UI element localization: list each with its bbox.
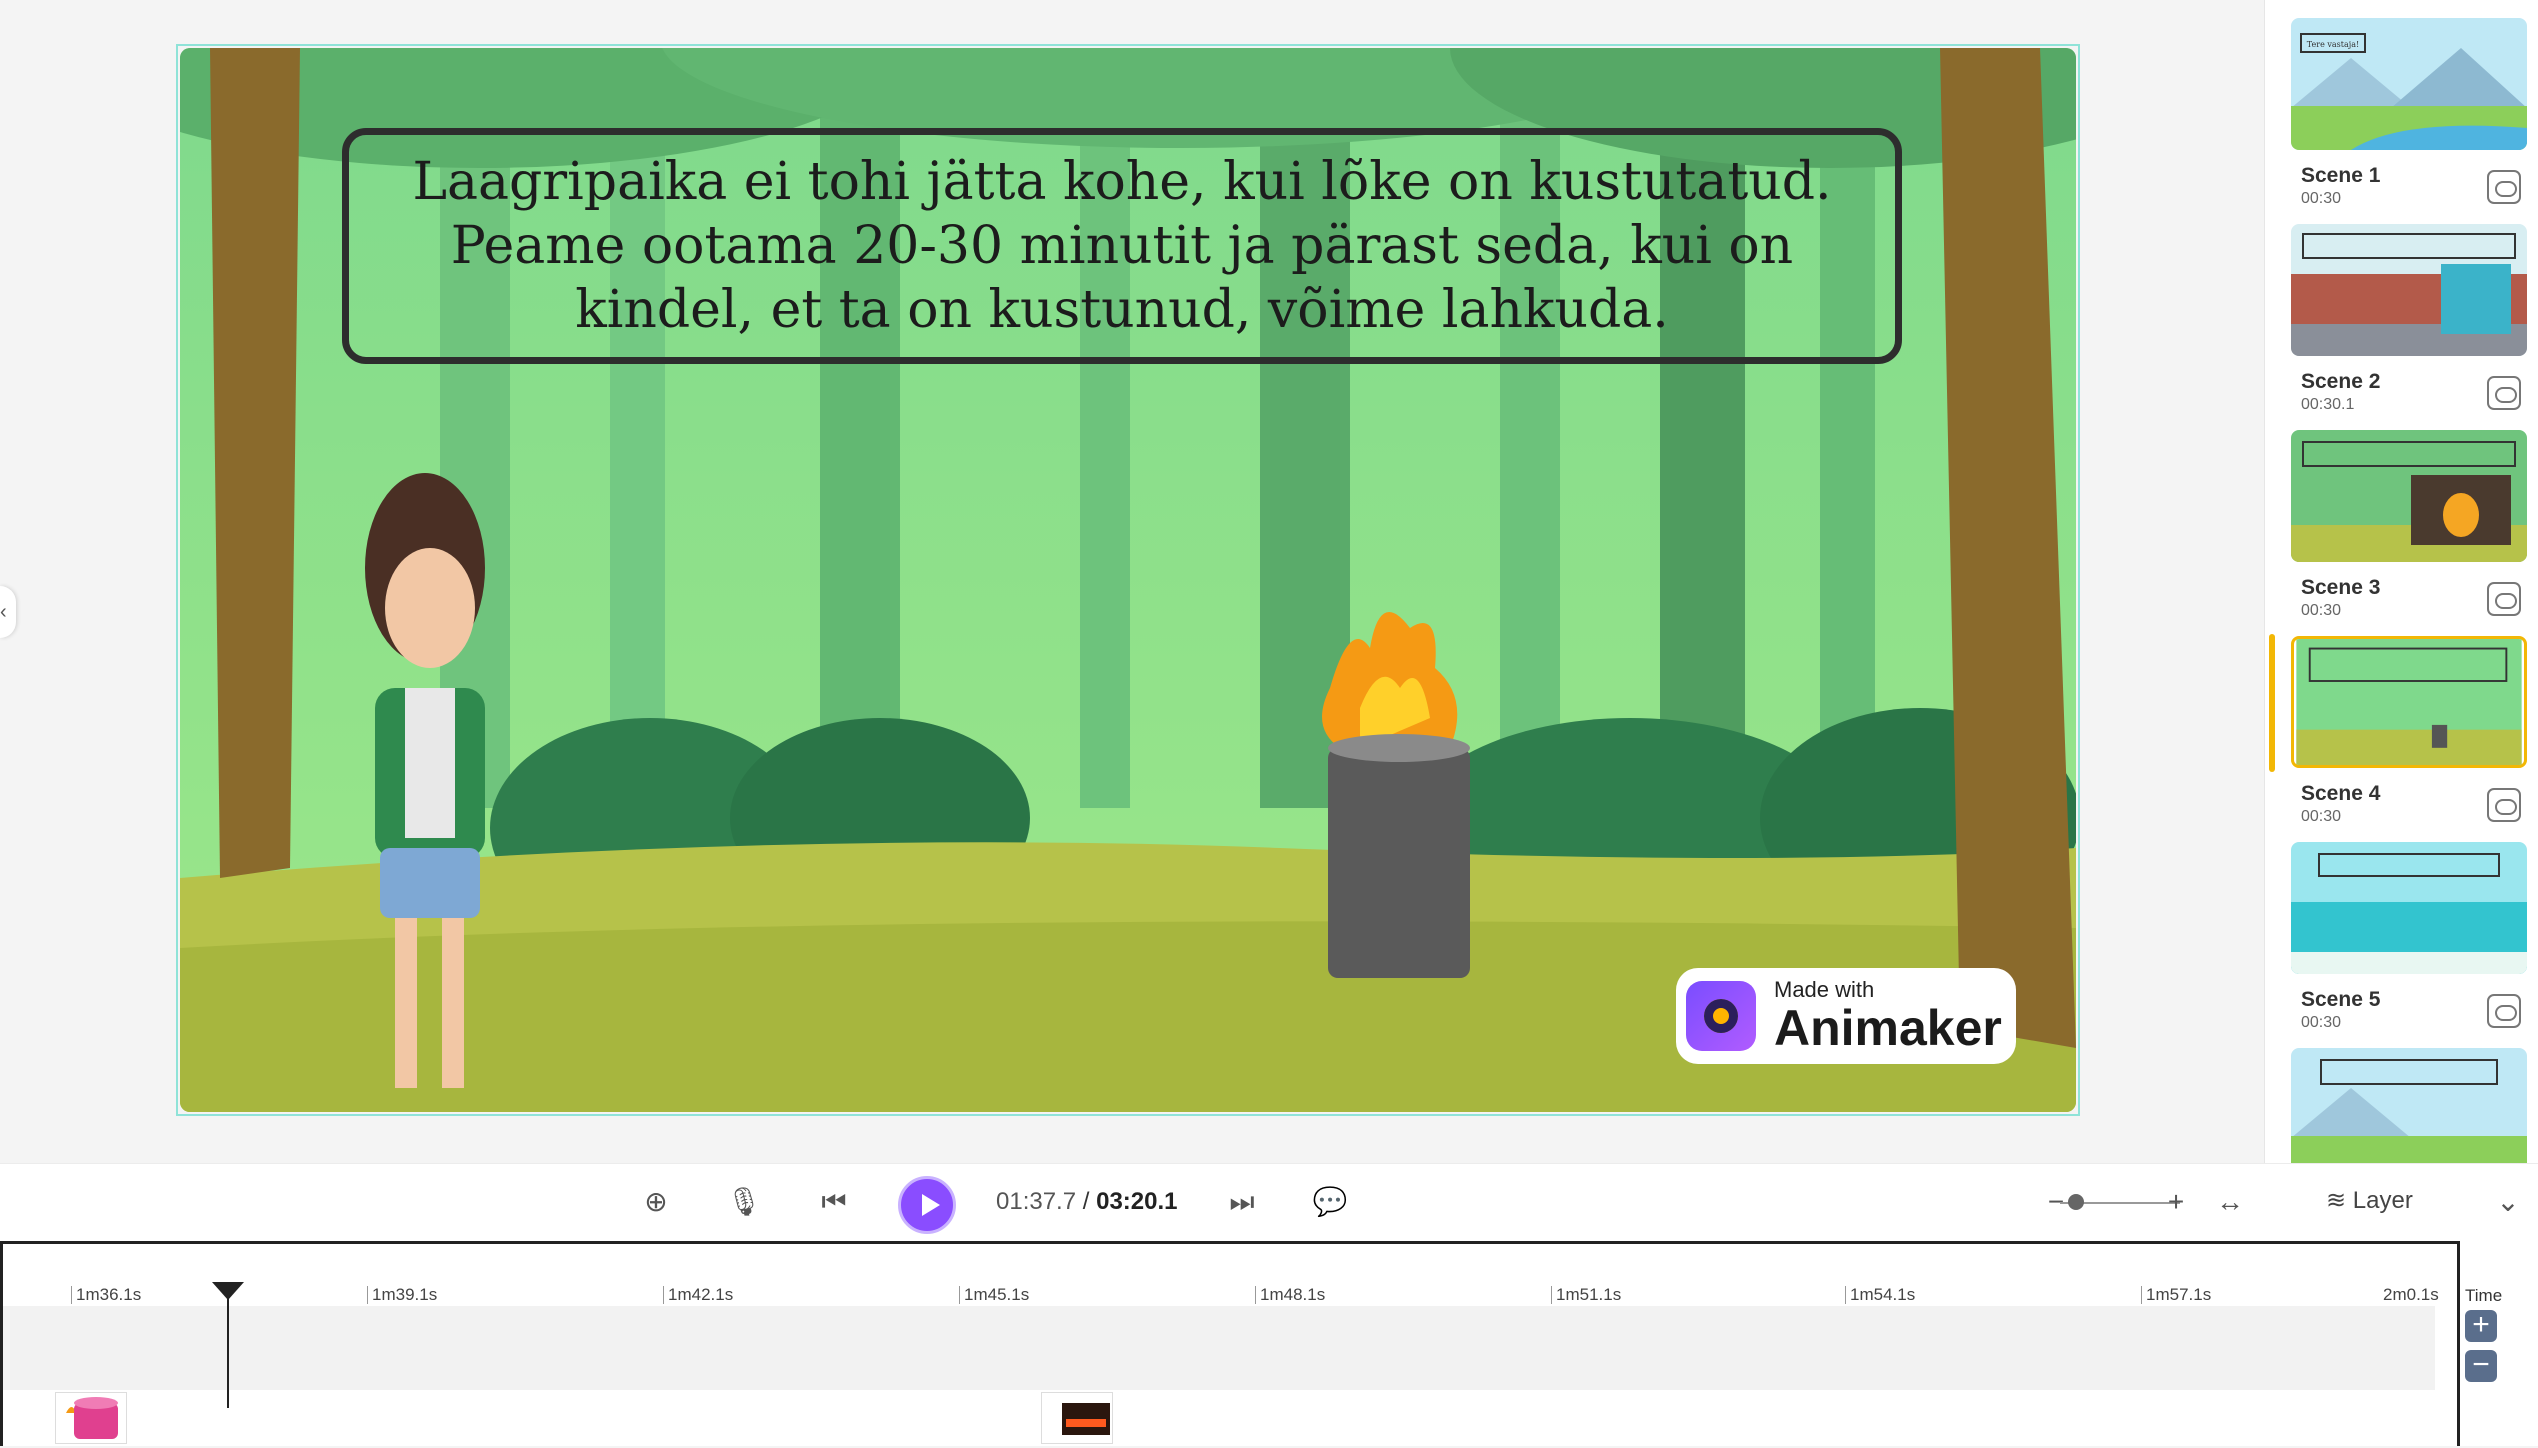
canvas-frame[interactable]: Laagripaika ei tohi jätta kohe, kui lõke… <box>176 44 2080 1116</box>
scene-thumbnail[interactable] <box>2291 1048 2527 1163</box>
timeline-side-controls <box>2460 1241 2538 1446</box>
timeline[interactable]: 1m36.1s 1m39.1s 1m42.1s 1m45.1s 1m48.1s … <box>0 1241 2460 1446</box>
scene-duration: 00:30.1 <box>2301 396 2355 413</box>
timeline-track[interactable] <box>3 1306 2435 1390</box>
scene-name: Scene 1 <box>2301 164 2381 187</box>
current-time: 01:37.7 <box>996 1188 1077 1215</box>
timeline-tick: 2m0.1s <box>2383 1285 2439 1304</box>
timeline-tick: 1m39.1s <box>367 1286 437 1304</box>
scene-name: Scene 3 <box>2301 576 2381 599</box>
timeline-tick: 1m48.1s <box>1255 1286 1325 1304</box>
timeline-zoom-in-button[interactable]: + <box>2465 1310 2497 1342</box>
scene-thumbnail[interactable] <box>2291 636 2527 768</box>
timeline-tick: 1m36.1s <box>71 1286 141 1304</box>
collapse-timeline-icon[interactable]: ⌄ <box>2488 1182 2528 1222</box>
scene-name: Scene 4 <box>2301 782 2381 805</box>
watermark-brand: Animaker <box>1774 1000 2002 1056</box>
time-separator: / <box>1082 1188 1090 1215</box>
play-button[interactable] <box>898 1176 956 1234</box>
caption-text[interactable]: Laagripaika ei tohi jätta kohe, kui lõke… <box>349 150 1895 342</box>
scene-transition-icon[interactable] <box>2487 994 2521 1028</box>
timeline-zoom-out-button[interactable]: − <box>2465 1350 2497 1382</box>
scene-thumbnail[interactable] <box>2291 224 2527 356</box>
scene-transition-icon[interactable] <box>2487 788 2521 822</box>
timeline-tick: 1m51.1s <box>1551 1286 1621 1304</box>
time-readout: 01:37.7 / 03:20.1 <box>996 1188 1178 1216</box>
animaker-logo-icon <box>1686 981 1756 1051</box>
scene-name: Scene 2 <box>2301 370 2381 393</box>
layer-toggle[interactable]: ≋ Layer <box>2326 1186 2413 1215</box>
active-scene-indicator <box>2269 634 2275 772</box>
layer-label: Layer <box>2352 1187 2413 1214</box>
timeline-tick: 1m42.1s <box>663 1286 733 1304</box>
previous-scene-icon[interactable]: ⏮ <box>814 1182 854 1222</box>
scene-duration: 00:30 <box>2301 602 2342 619</box>
timeline-clip-barrel[interactable] <box>55 1392 127 1444</box>
scene-duration: 00:30 <box>2301 190 2342 207</box>
scene-3-thumbnail-art <box>2291 430 2527 562</box>
subtitles-icon[interactable]: 💬 <box>1310 1182 1350 1222</box>
scene-thumbnail[interactable] <box>2291 430 2527 562</box>
timeline-tick: 1m45.1s <box>959 1286 1029 1304</box>
scene-4-thumbnail-art <box>2296 639 2522 765</box>
scene-name: Scene 5 <box>2301 988 2381 1011</box>
time-zoom-label: Time <box>2465 1286 2503 1305</box>
camera-focus-icon[interactable]: ⊕ <box>636 1182 676 1222</box>
scene-transition-icon[interactable] <box>2487 170 2521 204</box>
scene-canvas[interactable]: Laagripaika ei tohi jätta kohe, kui lõke… <box>180 48 2076 1112</box>
microphone-icon[interactable]: 🎙 <box>724 1182 764 1222</box>
scene-duration: 00:30 <box>2301 1014 2342 1031</box>
svg-text:Tere vastaja!: Tere vastaja! <box>2307 40 2359 49</box>
timeline-tick: 1m57.1s <box>2141 1286 2211 1304</box>
caption-box[interactable]: Laagripaika ei tohi jätta kohe, kui lõke… <box>342 128 1902 364</box>
scene-list-panel: Tere vastaja! Scene 1 00:30 Scene 2 00:3… <box>2264 0 2538 1163</box>
fit-width-icon[interactable]: ↔ <box>2210 1182 2250 1222</box>
scene-1-thumbnail-art: Tere vastaja! <box>2291 18 2527 150</box>
animaker-watermark: Made with Animaker <box>1676 968 2016 1064</box>
scene-6-thumbnail-art <box>2291 1048 2527 1163</box>
watermark-text: Made with Animaker <box>1774 977 2002 1056</box>
fire-clip-icon <box>1062 1403 1110 1435</box>
zoom-in-icon[interactable]: + <box>2156 1182 2196 1222</box>
playback-controls: ⊕ 🎙 ⏮ 01:37.7 / 03:20.1 ⏭ 💬 − + ↔ ≋ Laye… <box>0 1163 2538 1242</box>
left-panel-collapse-button[interactable]: ‹ <box>0 586 16 638</box>
barrel-clip-icon <box>66 1397 118 1439</box>
scene-2-thumbnail-art <box>2291 224 2527 356</box>
scene-5-thumbnail-art <box>2291 842 2527 974</box>
next-scene-icon[interactable]: ⏭ <box>1222 1182 1262 1222</box>
scene-transition-icon[interactable] <box>2487 582 2521 616</box>
zoom-slider-handle[interactable] <box>2068 1194 2084 1210</box>
playhead[interactable] <box>212 1282 244 1408</box>
scene-transition-icon[interactable] <box>2487 376 2521 410</box>
chevron-left-icon: ‹ <box>0 601 7 623</box>
scene-thumbnail[interactable] <box>2291 842 2527 974</box>
watermark-small: Made with <box>1774 977 1875 1002</box>
layers-icon: ≋ <box>2326 1187 2347 1214</box>
scene-duration: 00:30 <box>2301 808 2342 825</box>
timeline-tick: 1m54.1s <box>1845 1286 1915 1304</box>
scene-thumbnail[interactable]: Tere vastaja! <box>2291 18 2527 150</box>
stage-area: Laagripaika ei tohi jätta kohe, kui lõke… <box>0 0 2264 1163</box>
timeline-clip-fire-image[interactable] <box>1041 1392 1113 1444</box>
total-time: 03:20.1 <box>1096 1188 1178 1215</box>
